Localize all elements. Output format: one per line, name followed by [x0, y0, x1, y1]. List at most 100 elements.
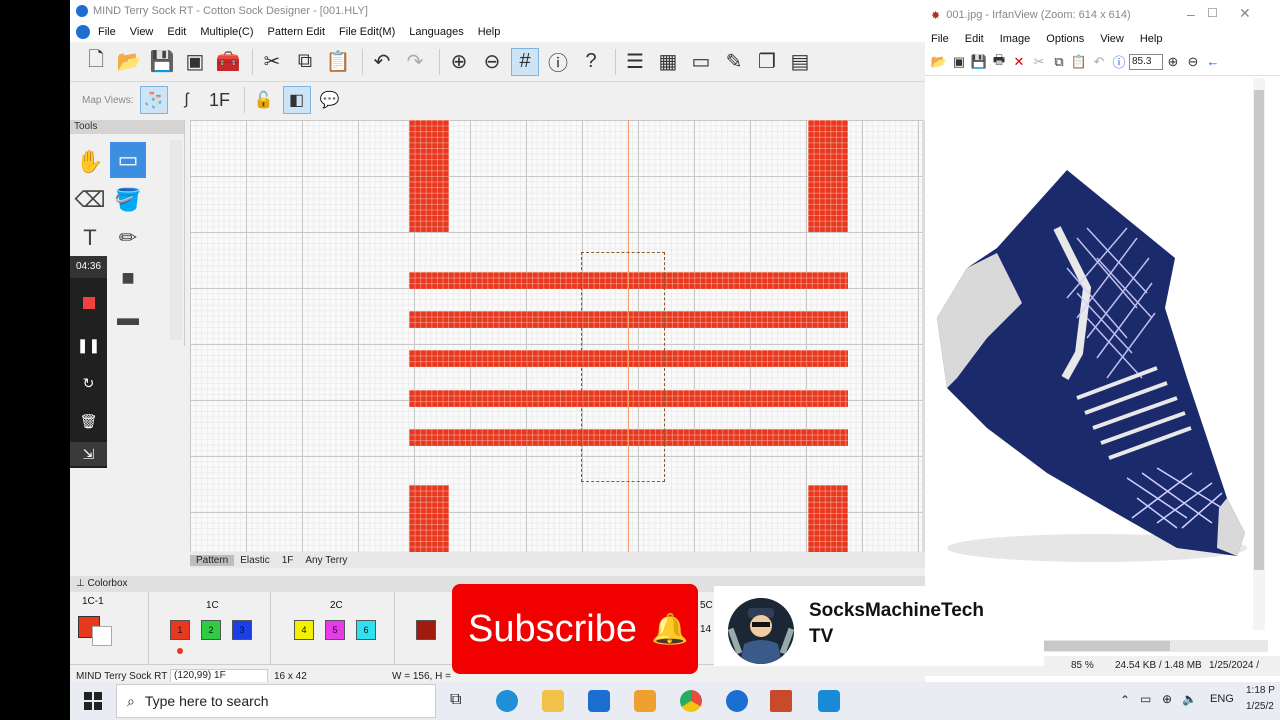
pause-button[interactable]: ❚❚ [70, 330, 107, 360]
taskbar-search[interactable]: ⌕ Type here to search [116, 684, 436, 718]
rounded-rect-icon[interactable]: ▬ [110, 300, 146, 336]
irfanview-app-icon[interactable] [770, 690, 792, 712]
zoom-out-icon[interactable]: ⊖ [1183, 54, 1203, 70]
grid-icon[interactable]: # [511, 47, 539, 76]
redo-icon[interactable]: ↷ [401, 48, 429, 76]
new-file-icon[interactable]: 🗋 [82, 48, 110, 76]
zoom-select[interactable]: 85.3 [1129, 53, 1163, 70]
split-view-icon[interactable]: ◧ [282, 86, 311, 114]
menu-view[interactable]: View [130, 26, 154, 38]
cut-icon[interactable]: ✂ [1029, 54, 1049, 70]
undo-icon[interactable]: ↶ [1089, 54, 1109, 70]
stop-record-button[interactable] [70, 288, 107, 318]
fill-bucket-icon[interactable]: 🪣 [110, 182, 146, 218]
irfanview-scrollbar[interactable] [1253, 78, 1265, 630]
slideshow-icon[interactable]: ▣ [949, 54, 969, 70]
maximize-icon[interactable]: ☐ [1207, 6, 1218, 20]
scroll-thumb[interactable] [1254, 90, 1264, 570]
hand-icon[interactable]: ✋ [72, 144, 108, 180]
text-icon[interactable]: T [72, 220, 108, 256]
menu-multiple[interactable]: Multiple(C) [200, 26, 253, 38]
iv-menu-options[interactable]: Options [1046, 33, 1084, 45]
menu-languages[interactable]: Languages [409, 26, 463, 38]
zoom-app-icon[interactable] [818, 690, 840, 712]
pin-icon[interactable]: ⊥ [76, 578, 88, 589]
color-swatch-1[interactable]: 1 [170, 620, 190, 640]
mind-app-icon[interactable] [726, 690, 748, 712]
copy-icon[interactable]: ⧉ [291, 48, 319, 76]
clock-time[interactable]: 1:18 P [1246, 685, 1275, 696]
iv-menu-help[interactable]: Help [1140, 33, 1163, 45]
windows-start-icon[interactable] [84, 692, 102, 710]
toolbox-icon[interactable]: 🧰 [214, 48, 242, 76]
zoom-in-icon[interactable]: ⊕ [445, 48, 473, 76]
collapse-button[interactable]: ⇲ [70, 442, 107, 466]
tab-1f[interactable]: 1F [276, 555, 300, 566]
save-icon[interactable]: 💾 [148, 48, 176, 76]
media-player-icon[interactable] [634, 690, 656, 712]
copy-icon[interactable]: ⧉ [1049, 54, 1069, 70]
iv-menu-edit[interactable]: Edit [965, 33, 984, 45]
close-icon[interactable]: ✕ [1239, 5, 1251, 22]
undo-icon[interactable]: ↶ [368, 48, 396, 76]
tab-any-terry[interactable]: Any Terry [299, 555, 353, 566]
info-icon[interactable]: ⓘ [1109, 52, 1129, 71]
iv-menu-view[interactable]: View [1100, 33, 1124, 45]
menu-file[interactable]: File [98, 26, 116, 38]
zoom-out-icon[interactable]: ⊖ [478, 48, 506, 76]
pattern-canvas[interactable] [190, 120, 922, 552]
mail-icon[interactable] [588, 690, 610, 712]
tab-elastic[interactable]: Elastic [234, 555, 275, 566]
color-swatch-5[interactable]: 5 [325, 620, 345, 640]
iv-menu-image[interactable]: Image [1000, 33, 1031, 45]
table-icon[interactable]: ▤ [786, 48, 814, 76]
paste-icon[interactable]: 📋 [324, 48, 352, 76]
edit-form-icon[interactable]: ✎ [720, 48, 748, 76]
language-indicator[interactable]: ENG [1210, 693, 1234, 705]
cut-icon[interactable]: ✂ [258, 48, 286, 76]
open-icon[interactable]: 📂 [929, 54, 949, 70]
edge-browser-icon[interactable] [496, 690, 518, 712]
eraser-icon[interactable]: ⌫ [72, 182, 108, 218]
clock-date[interactable]: 1/25/2 [1246, 701, 1274, 712]
selection-icon[interactable]: ▭ [110, 142, 146, 178]
tools-scrollbar[interactable] [170, 140, 182, 340]
open-folder-icon[interactable]: 📂 [115, 48, 143, 76]
delete-icon[interactable]: ✕ [1009, 54, 1029, 70]
rectangle-icon[interactable]: ■ [110, 260, 146, 296]
unlock-icon[interactable]: 🔓 [250, 86, 278, 114]
color-swatch-4[interactable]: 4 [294, 620, 314, 640]
info-icon[interactable]: ⓘ [544, 48, 572, 76]
battery-icon[interactable]: ▭ [1140, 692, 1151, 706]
restart-button[interactable]: ↻ [70, 368, 107, 398]
save-as-icon[interactable]: ▣ [181, 48, 209, 76]
color-swatch-2[interactable]: 2 [201, 620, 221, 640]
task-view-icon[interactable]: ⧉ [450, 691, 461, 709]
checker-pattern-icon[interactable]: ▦ [654, 48, 682, 76]
help-icon[interactable]: ? [577, 48, 605, 76]
selection-marquee[interactable] [581, 252, 665, 482]
save-icon[interactable]: 💾 [969, 54, 989, 70]
irfanview-hscrollbar[interactable] [1040, 640, 1268, 652]
paste-icon[interactable]: 📋 [1069, 54, 1089, 70]
print-icon[interactable]: 🖶 [989, 51, 1009, 73]
previous-icon[interactable]: ← [1203, 54, 1223, 69]
chrome-icon[interactable] [680, 690, 702, 712]
delete-button[interactable]: 🗑 [70, 406, 107, 436]
window-icon[interactable]: ▭ [687, 48, 715, 76]
color-swatch-3[interactable]: 3 [232, 620, 252, 640]
file-explorer-icon[interactable] [542, 690, 564, 712]
color-swatch-7[interactable] [416, 620, 436, 640]
tab-pattern[interactable]: Pattern [190, 554, 235, 566]
line-style-icon[interactable]: ☰ [621, 48, 649, 76]
menu-file-edit[interactable]: File Edit(M) [339, 26, 395, 38]
zoom-in-icon[interactable]: ⊕ [1163, 54, 1183, 70]
minimize-icon[interactable]: – [1187, 6, 1195, 22]
sock-view-icon[interactable]: 🧦 [139, 86, 168, 114]
sock-outline-icon[interactable]: ʃ [173, 86, 201, 114]
tray-chevron-icon[interactable]: ⌃ [1120, 693, 1130, 707]
network-icon[interactable]: ⊕ [1162, 692, 1172, 706]
volume-icon[interactable]: 🔈 [1182, 692, 1197, 706]
menu-help[interactable]: Help [478, 26, 501, 38]
chat-icon[interactable]: 💬 [316, 86, 344, 114]
